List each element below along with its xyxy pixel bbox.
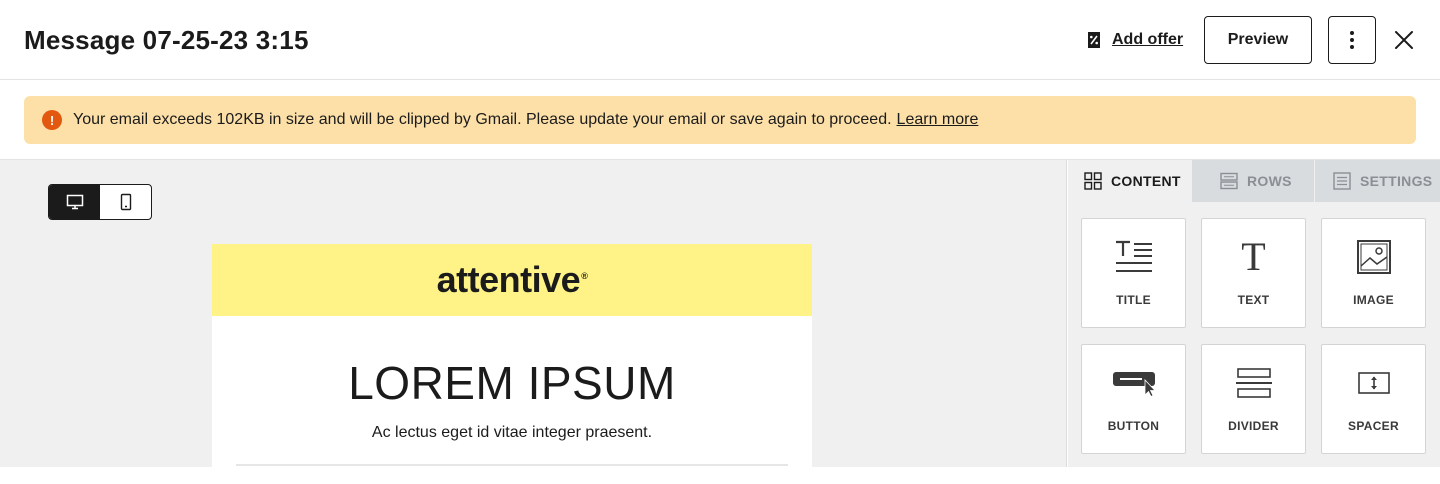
warning-icon: !: [42, 110, 62, 130]
vertical-dots-icon: [1350, 31, 1354, 49]
text-icon: T: [1241, 234, 1266, 279]
content-blocks-grid: TITLE T TEXT IMAGE BUTTON DIVIDER SPACER: [1081, 218, 1427, 454]
button-icon: [1112, 372, 1156, 398]
title-icon: [1115, 240, 1152, 272]
tab-settings-label: SETTINGS: [1360, 173, 1433, 189]
tab-content[interactable]: CONTENT: [1068, 160, 1192, 202]
email-headline: LOREM IPSUM: [348, 357, 676, 409]
grid-icon: [1084, 172, 1102, 190]
tab-rows[interactable]: ROWS: [1192, 160, 1315, 202]
add-offer-button[interactable]: Add offer: [1086, 28, 1183, 52]
content-panel: CONTENT ROWS SETTINGS TITLE T TEXT IMAGE…: [1068, 160, 1440, 467]
close-button[interactable]: [1390, 26, 1418, 54]
block-image-label: IMAGE: [1353, 293, 1394, 307]
email-header-bar: attentive®: [212, 244, 812, 316]
divider-icon: [1235, 368, 1272, 398]
block-button[interactable]: BUTTON: [1081, 344, 1186, 454]
top-bar: Message 07-25-23 3:15 Add offer Preview: [0, 0, 1440, 80]
close-icon: [1395, 31, 1413, 49]
settings-list-icon: [1333, 172, 1351, 190]
tab-content-label: CONTENT: [1111, 173, 1181, 189]
banner-area: ! Your email exceeds 102KB in size and w…: [0, 80, 1440, 160]
page-title: Message 07-25-23 3:15: [24, 25, 309, 55]
email-subtext: Ac lectus eget id vitae integer praesent…: [371, 424, 653, 441]
add-offer-label: Add offer: [1112, 31, 1184, 48]
preview-button[interactable]: Preview: [1204, 16, 1312, 64]
banner-message: Your email exceeds 102KB in size and wil…: [73, 111, 892, 128]
email-canvas: attentive® LOREM IPSUM Ac lectus eget id…: [0, 160, 1067, 484]
offer-tag-icon: [1088, 32, 1100, 48]
learn-more-link[interactable]: Learn more: [897, 111, 979, 129]
block-spacer[interactable]: SPACER: [1321, 344, 1426, 454]
mobile-view-button[interactable]: [100, 185, 151, 219]
more-options-button[interactable]: [1328, 16, 1376, 64]
panel-tabs: CONTENT ROWS SETTINGS: [1068, 160, 1440, 202]
block-text-label: TEXT: [1237, 293, 1270, 307]
brand-logo: attentive®: [436, 259, 588, 300]
block-button-label: BUTTON: [1107, 419, 1160, 433]
block-image[interactable]: IMAGE: [1321, 218, 1426, 328]
block-spacer-label: SPACER: [1348, 419, 1399, 433]
block-text[interactable]: T TEXT: [1201, 218, 1306, 328]
image-icon: [1356, 240, 1391, 274]
rows-icon: [1220, 172, 1238, 190]
spacer-icon: [1357, 372, 1390, 394]
email-divider: [236, 464, 788, 466]
block-title-label: TITLE: [1116, 293, 1151, 307]
mobile-icon: [120, 193, 131, 211]
block-divider[interactable]: DIVIDER: [1201, 344, 1306, 454]
tab-settings[interactable]: SETTINGS: [1315, 160, 1440, 202]
block-title[interactable]: TITLE: [1081, 218, 1186, 328]
block-divider-label: DIVIDER: [1228, 419, 1279, 433]
device-toggle: [48, 184, 152, 220]
email-preview[interactable]: attentive® LOREM IPSUM Ac lectus eget id…: [212, 244, 812, 484]
size-warning-banner: ! Your email exceeds 102KB in size and w…: [24, 96, 1416, 144]
tab-rows-label: ROWS: [1247, 173, 1292, 189]
desktop-view-button[interactable]: [49, 185, 100, 219]
desktop-icon: [66, 194, 83, 210]
